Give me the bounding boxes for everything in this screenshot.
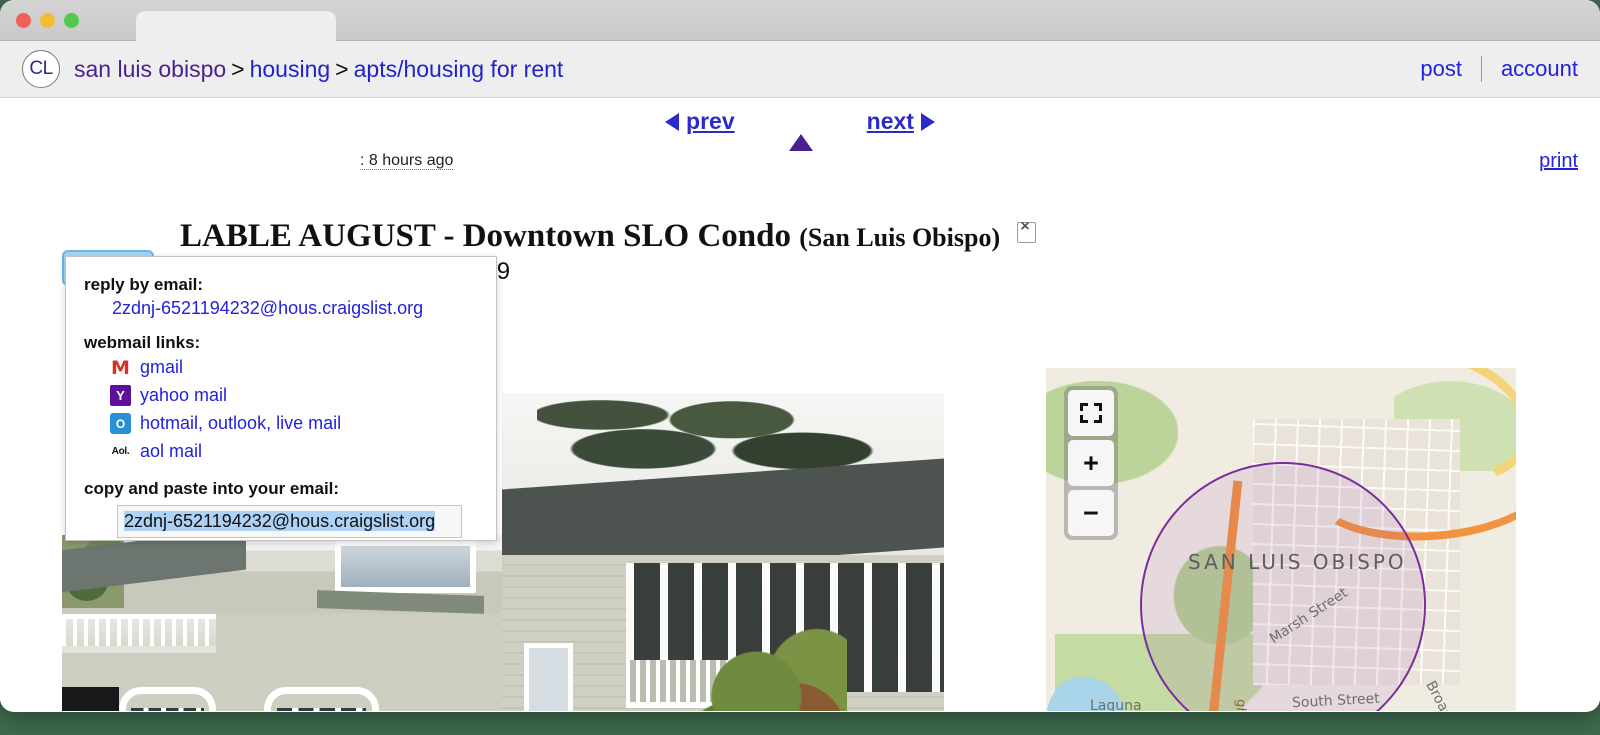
triangle-left-icon <box>665 112 680 131</box>
posting-title-main: LABLE AUGUST - Downtown SLO Condo <box>180 218 791 255</box>
fullscreen-icon <box>1080 403 1102 423</box>
yahoo-icon: Y <box>110 385 131 406</box>
photo-ledge <box>317 589 485 614</box>
print-link[interactable]: print <box>1539 150 1578 173</box>
posting-page: prev next : 8 hours ago print LABLE AUGU… <box>0 98 1600 711</box>
browser-tab[interactable] <box>136 11 336 42</box>
breadcrumb-housing-link[interactable]: housing <box>250 56 331 82</box>
up-to-results-link[interactable] <box>788 108 813 151</box>
photo-garage-1 <box>119 686 216 711</box>
posting-title-location: (San Luis Obispo) <box>799 223 1001 253</box>
reply-email-address-link[interactable]: 2zdnj-6521194232@hous.craigslist.org <box>112 298 476 319</box>
outlook-icon: O <box>110 413 131 434</box>
map-controls: + − <box>1064 386 1118 540</box>
triangle-up-icon <box>788 108 813 151</box>
copy-email-value: 2zdnj-6521194232@hous.craigslist.org <box>124 511 436 531</box>
map-label-city: SAN LUIS OBISPO <box>1188 550 1407 574</box>
account-link[interactable]: account <box>1501 56 1578 82</box>
posting-photo-main[interactable] <box>502 393 944 711</box>
breadcrumb: san luis obispo > housing > apts/housing for… <box>74 56 563 83</box>
copy-paste-heading: copy and paste into your email: <box>84 479 340 498</box>
photo-shadow <box>62 686 120 711</box>
list-item[interactable]: Y yahoo mail <box>110 385 476 406</box>
breadcrumb-separator-1: > <box>231 55 245 82</box>
breadcrumb-apts-link[interactable]: apts/housing for rent <box>354 56 564 82</box>
photo-garage-2 <box>264 686 379 711</box>
house-photo-a <box>62 535 502 711</box>
prev-label: prev <box>686 108 735 134</box>
close-window-button[interactable] <box>16 13 31 28</box>
flag-posting-icon[interactable] <box>1017 218 1037 244</box>
triangle-right-icon <box>920 112 935 131</box>
gmail-link[interactable]: gmail <box>140 357 183 378</box>
map-zoom-out-button[interactable]: − <box>1068 490 1114 536</box>
photo-railing <box>62 613 216 653</box>
yahoo-mail-link[interactable]: yahoo mail <box>140 385 227 406</box>
post-link[interactable]: post <box>1420 56 1462 82</box>
browser-window: CL san luis obispo > housing > apts/housing … <box>0 0 1600 712</box>
next-posting-link[interactable]: next <box>867 108 935 135</box>
craigslist-logo[interactable]: CL <box>22 50 60 88</box>
aol-mail-link[interactable]: aol mail <box>140 441 202 462</box>
maximize-window-button[interactable] <box>64 13 79 28</box>
gmail-icon: M <box>111 356 130 379</box>
list-item[interactable]: O hotmail, outlook, live mail <box>110 413 476 434</box>
reply-by-email-heading: reply by email: <box>84 275 204 294</box>
webmail-links-list: M gmail Y yahoo mail O hotmail, outlook,… <box>110 357 476 462</box>
page-title: LABLE AUGUST - Downtown SLO Condo (San L… <box>180 218 1037 255</box>
webmail-links-heading: webmail links: <box>84 333 201 352</box>
posting-navigation: prev next <box>0 108 1600 151</box>
craigslist-header: CL san luis obispo > housing > apts/housing … <box>0 41 1600 98</box>
posting-photo-thumbnail[interactable] <box>62 535 502 711</box>
breadcrumb-separator-2: > <box>335 55 349 82</box>
aol-icon: Aol. <box>111 446 130 457</box>
browser-titlebar <box>0 0 1600 42</box>
traffic-lights <box>16 13 79 28</box>
house-photo-b <box>502 393 944 711</box>
posted-time-value: : 8 hours ago <box>360 152 454 170</box>
header-actions: post account <box>1420 56 1578 82</box>
header-divider <box>1480 56 1482 82</box>
posting-map[interactable]: SAN LUIS OBISPO Marsh Street South Stree… <box>1046 368 1516 711</box>
map-label-laguna-lake-park: Laguna Lake Park <box>1090 698 1142 711</box>
photo-main-window <box>524 643 573 711</box>
map-fullscreen-button[interactable] <box>1068 390 1114 436</box>
copy-email-input[interactable]: 2zdnj-6521194232@hous.craigslist.org <box>117 505 462 538</box>
reply-options-popup: reply by email: 2zdnj-6521194232@hous.cr… <box>65 256 497 541</box>
breadcrumb-city[interactable]: san luis obispo <box>74 56 226 82</box>
posted-timestamp: : 8 hours ago <box>360 152 454 170</box>
hotmail-outlook-live-link[interactable]: hotmail, outlook, live mail <box>140 413 341 434</box>
next-label: next <box>866 108 914 134</box>
list-item[interactable]: Aol. aol mail <box>110 441 476 462</box>
minimize-window-button[interactable] <box>40 13 55 28</box>
list-item[interactable]: M gmail <box>110 356 476 379</box>
prev-posting-link[interactable]: prev <box>665 108 735 135</box>
photo-window <box>334 540 476 593</box>
photo-bush <box>696 619 847 711</box>
map-label-highway: ghway <box>1230 699 1248 711</box>
map-zoom-in-button[interactable]: + <box>1068 440 1114 486</box>
